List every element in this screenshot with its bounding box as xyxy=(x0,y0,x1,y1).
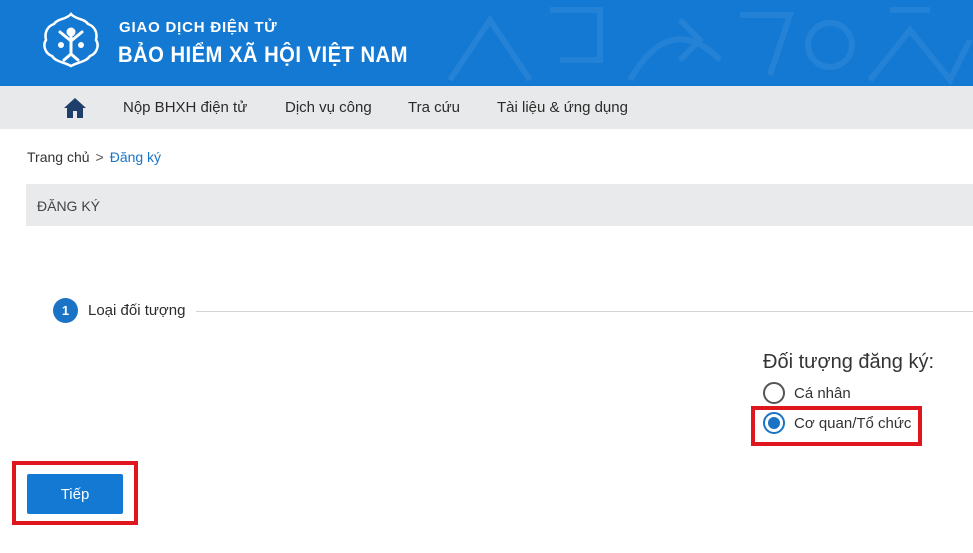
highlight-box-next xyxy=(12,461,138,525)
step-number-badge: 1 xyxy=(53,298,78,323)
radio-individual-label[interactable]: Cá nhân xyxy=(794,385,851,402)
brand-subtitle: GIAO DỊCH ĐIỆN TỬ xyxy=(119,19,278,36)
registration-type-label: Đối tượng đăng ký: xyxy=(763,351,935,373)
nav-item-public-services[interactable]: Dịch vụ công xyxy=(285,99,372,116)
bhxh-logo xyxy=(43,12,99,68)
breadcrumb: Trang chủ > Đăng ký xyxy=(27,149,161,165)
breadcrumb-current: Đăng ký xyxy=(109,149,162,165)
highlight-box-organization xyxy=(751,406,922,446)
nav-item-lookup[interactable]: Tra cứu xyxy=(408,99,460,116)
header-decoration xyxy=(447,7,973,86)
nav-item-submit-insurance[interactable]: Nộp BHXH điện tử xyxy=(123,99,247,116)
nav-item-documents-apps[interactable]: Tài liệu & ứng dụng xyxy=(497,99,628,116)
radio-individual[interactable] xyxy=(763,382,785,404)
main-nav: Nộp BHXH điện tử Dịch vụ công Tra cứu Tà… xyxy=(0,86,973,129)
home-icon[interactable] xyxy=(63,97,87,119)
site-header: GIAO DỊCH ĐIỆN TỬ BẢO HIỂM XÃ HỘI VIỆT N… xyxy=(0,0,973,86)
breadcrumb-separator: > xyxy=(95,149,104,165)
breadcrumb-home[interactable]: Trang chủ xyxy=(27,149,90,165)
section-header: ĐĂNG KÝ xyxy=(26,184,973,226)
page-title: ĐĂNG KÝ xyxy=(37,198,101,214)
step-divider xyxy=(196,311,973,312)
brand-title: BẢO HIỂM XÃ HỘI VIỆT NAM xyxy=(118,42,408,67)
step-label: Loại đối tượng xyxy=(88,302,186,319)
